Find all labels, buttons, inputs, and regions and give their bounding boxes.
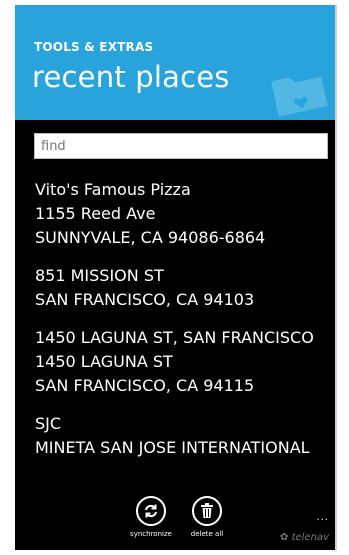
recent-places-list: Vito's Famous Pizza 1155 Reed Ave SUNNYV… [35, 178, 335, 460]
delete-all-label: delete all [190, 530, 224, 538]
place-line: 1155 Reed Ave [35, 204, 156, 223]
place-line: 851 MISSION ST [35, 266, 164, 285]
place-line: SAN FRANCISCO, CA 94115 [35, 376, 255, 395]
synchronize-label: synchronize [130, 530, 172, 538]
page-header: TOOLS & EXTRAS recent places [15, 5, 335, 120]
brand-label: telenav [291, 532, 329, 543]
place-line: Vito's Famous Pizza [35, 180, 191, 199]
place-line: 1450 LAGUNA ST, SAN FRANCISCO [35, 328, 314, 347]
search-input[interactable] [34, 133, 328, 159]
phone-screen: TOOLS & EXTRAS recent places Vito's Famo… [15, 5, 337, 550]
brand-icon: ✿ [280, 532, 289, 543]
place-line: SUNNYVALE, CA 94086-6864 [35, 228, 266, 247]
sync-icon [136, 496, 166, 526]
synchronize-button[interactable]: synchronize [121, 496, 181, 538]
place-item[interactable]: 851 MISSION ST SAN FRANCISCO, CA 94103 [35, 264, 335, 312]
app-bar: synchronize delete all ... ✿ telenav [15, 484, 335, 550]
folder-heart-icon [271, 76, 328, 117]
place-item[interactable]: 1450 LAGUNA ST, SAN FRANCISCO 1450 LAGUN… [35, 326, 335, 398]
place-line: MINETA SAN JOSE INTERNATIONAL [35, 438, 310, 457]
delete-all-button[interactable]: delete all [177, 496, 237, 538]
section-label: TOOLS & EXTRAS [34, 40, 154, 54]
place-line: SAN FRANCISCO, CA 94103 [35, 290, 255, 309]
place-item[interactable]: SJC MINETA SAN JOSE INTERNATIONAL [35, 412, 335, 460]
trash-icon [192, 496, 222, 526]
place-line: SJC [35, 414, 62, 433]
place-item[interactable]: Vito's Famous Pizza 1155 Reed Ave SUNNYV… [35, 178, 335, 250]
place-line: 1450 LAGUNA ST [35, 352, 173, 371]
more-options-button[interactable]: ... [316, 512, 329, 523]
telenav-logo: ✿ telenav [280, 532, 329, 543]
page-title: recent places [32, 60, 230, 94]
